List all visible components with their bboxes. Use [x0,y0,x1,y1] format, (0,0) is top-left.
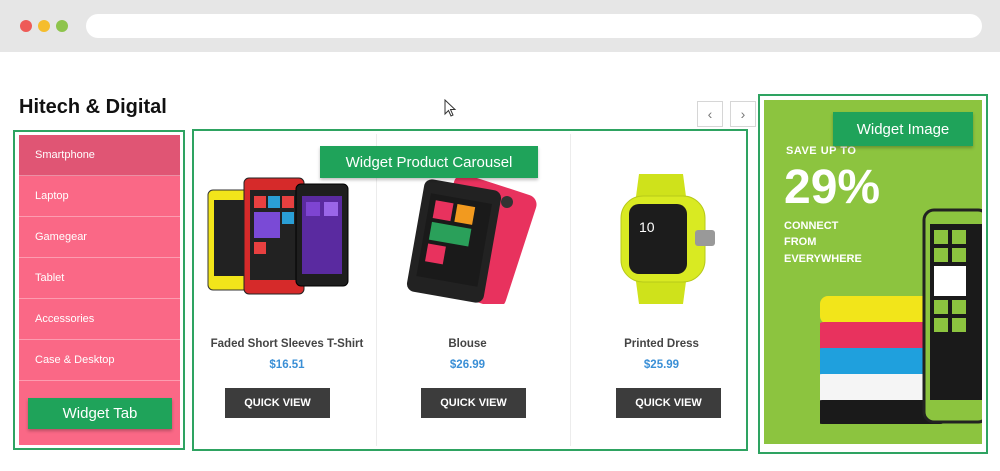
pink-phone-product-image[interactable] [385,174,551,304]
tab-accessories[interactable]: Accessories [19,299,180,340]
widget-tab-label: Widget Tab [28,398,172,429]
phones-product-image[interactable] [204,174,370,304]
mouse-cursor-icon [444,99,457,117]
svg-text:10: 10 [639,219,655,235]
page-title: Hitech & Digital [19,96,167,118]
maximize-window-dot[interactable] [56,20,68,32]
widget-image-label: Widget Image [833,112,973,146]
product-carousel: Faded Short Sleeves T-Shirt $16.51 QUICK… [196,134,744,446]
tab-laptop[interactable]: Laptop [19,176,180,217]
product-name[interactable]: Faded Short Sleeves T-Shirt [196,338,378,350]
tab-gamegear[interactable]: Gamegear [19,217,180,258]
quick-view-button[interactable]: QUICK VIEW [616,388,721,418]
address-bar[interactable] [86,14,982,38]
tab-tablet[interactable]: Tablet [19,258,180,299]
carousel-prev-button[interactable]: ‹ [697,101,723,127]
product-card: Faded Short Sleeves T-Shirt $16.51 QUICK… [196,134,378,446]
carousel-next-button[interactable]: › [730,101,756,127]
smartwatch-product-image[interactable]: 10 [579,174,745,304]
tab-case-desktop[interactable]: Case & Desktop [19,340,180,381]
product-price: $16.51 [269,359,305,371]
close-window-dot[interactable] [20,20,32,32]
quick-view-button[interactable]: QUICK VIEW [421,388,526,418]
product-price: $26.99 [449,359,486,371]
product-card: 10 Printed Dress $25.99 QUICK VIEW [570,134,752,446]
tab-smartphone[interactable]: Smartphone [19,135,180,176]
quick-view-button[interactable]: QUICK VIEW [225,388,330,418]
promo-phones-image [820,208,982,424]
product-name[interactable]: Blouse [377,338,558,350]
promo-line: FROM [784,236,817,248]
promo-kicker: SAVE UP TO [786,145,857,157]
product-card: Blouse $26.99 QUICK VIEW [376,134,558,446]
promo-banner[interactable]: SAVE UP TO 29% CONNECT FROM EVERYWHERE [764,100,982,444]
product-price: $25.99 [643,359,680,371]
minimize-window-dot[interactable] [38,20,50,32]
browser-chrome [0,0,1000,52]
widget-carousel-label: Widget Product Carousel [320,146,538,178]
product-name[interactable]: Printed Dress [571,338,752,350]
